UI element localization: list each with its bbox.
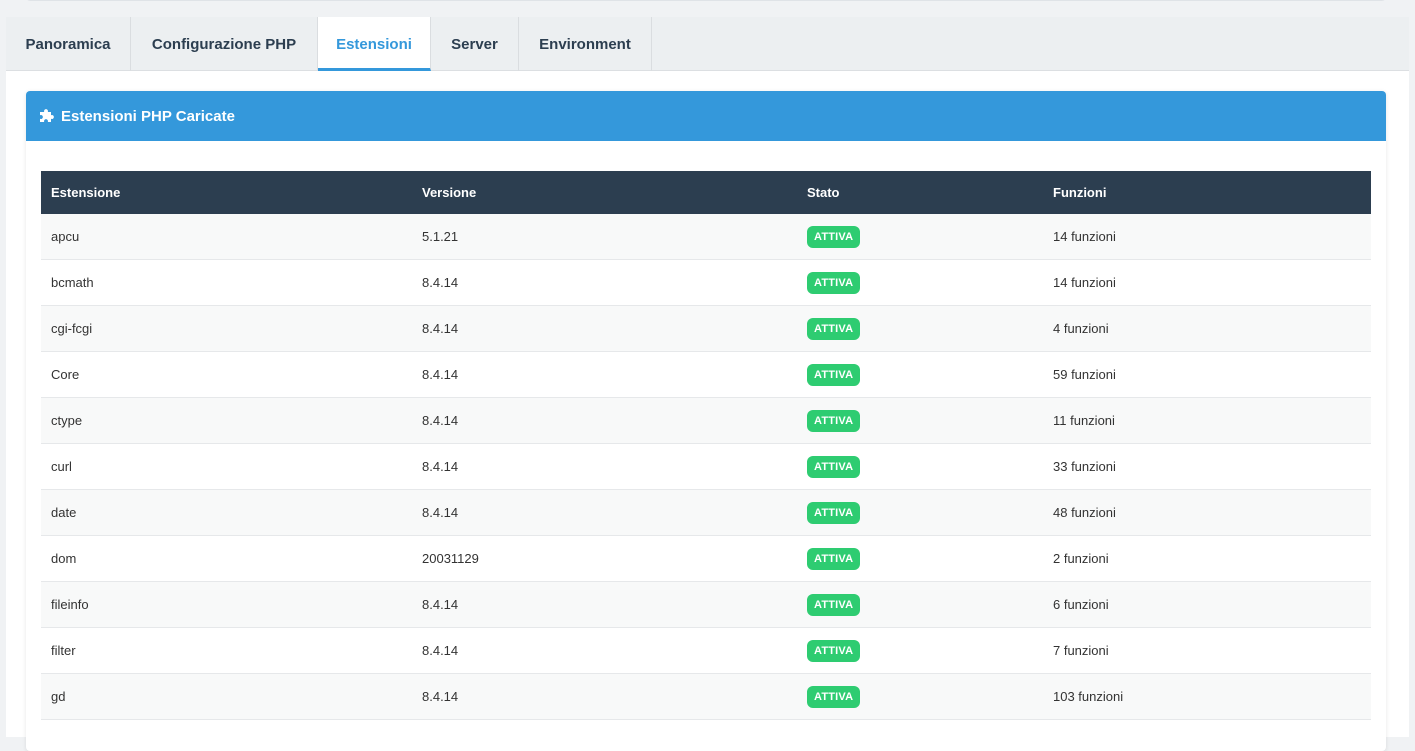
cell-status: ATTIVA [797,363,1043,386]
cell-status: ATTIVA [797,317,1043,340]
cell-status: ATTIVA [797,455,1043,478]
cell-status: ATTIVA [797,501,1043,524]
puzzle-icon [40,109,54,122]
status-badge: ATTIVA [807,455,861,478]
cell-functions: 59 funzioni [1053,367,1116,382]
cell-functions: 48 funzioni [1053,505,1116,520]
info-panel: Panoramica Configurazione PHP Estensioni… [6,17,1409,751]
status-badge: ATTIVA [807,639,861,662]
cell-version: 8.4.14 [422,367,459,382]
table-row: date 8.4.14 ATTIVA 48 funzioni [41,490,1371,536]
status-badge: ATTIVA [807,225,861,248]
table-row: curl 8.4.14 ATTIVA 33 funzioni [41,444,1371,490]
cell-version: 8.4.14 [422,321,459,336]
tab-panoramica[interactable]: Panoramica [6,17,131,71]
cell-status: ATTIVA [797,271,1043,294]
cell-extension: fileinfo [51,597,89,612]
header-funzioni: Funzioni [1053,185,1107,200]
table-row: bcmath 8.4.14 ATTIVA 14 funzioni [41,260,1371,306]
cell-extension: dom [51,551,77,566]
cell-version: 8.4.14 [422,689,459,704]
cell-status: ATTIVA [797,409,1043,432]
top-card-edge [25,0,1387,1]
header-versione: Versione [422,185,477,200]
cell-extension: date [51,505,77,520]
cell-status: ATTIVA [797,225,1043,248]
cell-version: 8.4.14 [422,275,459,290]
table-header: Estensione Versione Stato Funzioni [41,171,1371,214]
cell-status: ATTIVA [797,685,1043,708]
cell-extension: filter [51,643,76,658]
cell-version: 20031129 [422,551,479,566]
cell-version: 8.4.14 [422,643,459,658]
tab-environment[interactable]: Environment [519,17,652,71]
table-row: apcu 5.1.21 ATTIVA 14 funzioni [41,214,1371,260]
tab-bar: Panoramica Configurazione PHP Estensioni… [6,17,1409,71]
cell-extension: bcmath [51,275,94,290]
cell-version: 5.1.21 [422,229,459,244]
table-row: dom 20031129 ATTIVA 2 funzioni [41,536,1371,582]
status-badge: ATTIVA [807,593,861,616]
cell-version: 8.4.14 [422,597,459,612]
cell-extension: cgi-fcgi [51,321,93,336]
status-badge: ATTIVA [807,409,861,432]
cell-extension: ctype [51,413,83,428]
tab-configurazione-php[interactable]: Configurazione PHP [131,17,318,71]
cell-extension: Core [51,367,80,382]
cell-functions: 33 funzioni [1053,459,1116,474]
card-title: Estensioni PHP Caricate [61,107,235,125]
cell-functions: 14 funzioni [1053,275,1116,290]
table-row: ctype 8.4.14 ATTIVA 11 funzioni [41,398,1371,444]
header-stato: Stato [807,185,840,200]
status-badge: ATTIVA [807,501,861,524]
extensions-card: Estensioni PHP Caricate Estensione Versi… [26,91,1386,751]
cell-extension: apcu [51,229,80,244]
cell-status: ATTIVA [797,593,1043,616]
cell-version: 8.4.14 [422,459,459,474]
status-badge: ATTIVA [807,685,861,708]
cell-functions: 6 funzioni [1053,597,1109,612]
table-row: Core 8.4.14 ATTIVA 59 funzioni [41,352,1371,398]
status-badge: ATTIVA [807,317,861,340]
cell-version: 8.4.14 [422,505,459,520]
status-badge: ATTIVA [807,547,861,570]
header-estensione: Estensione [51,185,121,200]
cell-functions: 4 funzioni [1053,321,1109,336]
tab-estensioni[interactable]: Estensioni [318,17,431,71]
table-row: gd 8.4.14 ATTIVA 103 funzioni [41,674,1371,720]
status-badge: ATTIVA [807,271,861,294]
cell-functions: 14 funzioni [1053,229,1116,244]
cell-status: ATTIVA [797,547,1043,570]
table-row: fileinfo 8.4.14 ATTIVA 6 funzioni [41,582,1371,628]
tab-server[interactable]: Server [431,17,519,71]
cell-functions: 103 funzioni [1053,689,1124,704]
cell-functions: 11 funzioni [1053,413,1115,428]
cell-extension: gd [51,689,66,704]
table-row: cgi-fcgi 8.4.14 ATTIVA 4 funzioni [41,306,1371,352]
table-row: filter 8.4.14 ATTIVA 7 funzioni [41,628,1371,674]
cell-version: 8.4.14 [422,413,459,428]
cell-functions: 7 funzioni [1053,643,1109,658]
cell-extension: curl [51,459,72,474]
status-badge: ATTIVA [807,363,861,386]
cell-status: ATTIVA [797,639,1043,662]
cell-functions: 2 funzioni [1053,551,1109,566]
extensions-table: Estensione Versione Stato Funzioni apcu … [41,171,1371,720]
card-header: Estensioni PHP Caricate [26,91,1386,141]
